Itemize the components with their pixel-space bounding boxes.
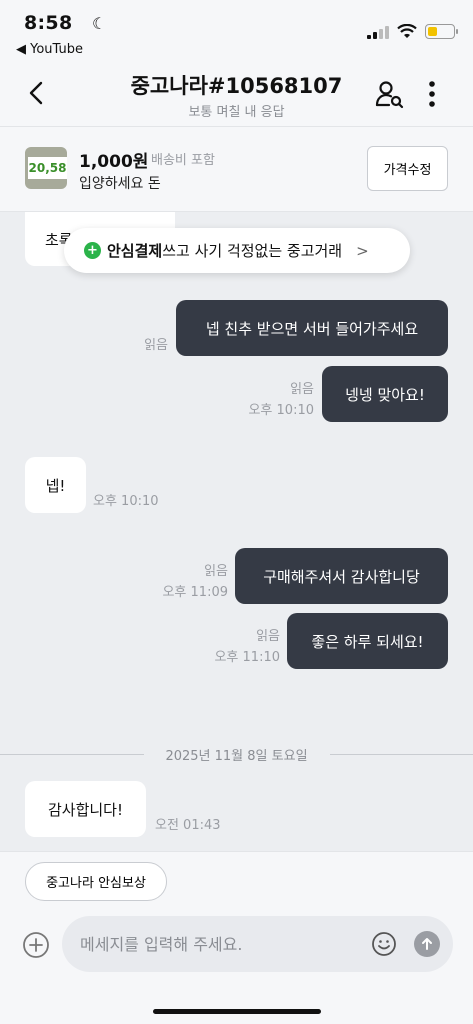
product-price: 1,000원 [79,152,149,172]
moon-icon: ☾ [92,14,107,33]
message-bubble: 감사합니다! [25,781,146,837]
emoji-icon[interactable] [371,931,397,957]
message-bubble: 넵! [25,457,86,513]
product-summary[interactable]: 20,58 1,000원 배송비 포함 입양하세요 돈 가격수정 [0,126,473,212]
status-icons [367,24,458,39]
message-bubble: 구매해주셔서 감사합니당 [235,548,448,604]
message-input[interactable] [80,916,360,972]
message-meta: 읽음 [110,335,168,356]
read-receipt: 읽음 [256,629,280,644]
composer-area: 중고나라 안심보상 [0,851,473,1024]
read-receipt: 읽음 [144,338,168,353]
message-meta: 읽음 오후 11:10 [186,626,280,668]
back-to-app-link[interactable]: ◀ YouTube [16,42,83,57]
banner-bold-text: 안심결제 [107,242,163,260]
banner-text: 쓰고 사기 걱정없는 중고거래 [162,242,343,260]
message-meta: 읽음 오후 10:10 [220,379,314,421]
message-time: 오후 10:10 [248,403,314,418]
message-time: 오후 11:10 [214,650,280,665]
edit-price-button[interactable]: 가격수정 [367,146,448,191]
user-search-icon[interactable] [374,78,406,110]
product-thumbnail: 20,58 [25,147,67,189]
home-indicator [153,1009,321,1014]
read-receipt: 읽음 [290,382,314,397]
message-bubble: 넵 친추 받으면 서버 들어가주세요 [176,300,448,356]
safe-payment-banner[interactable]: + 안심결제 쓰고 사기 걱정없는 중고거래 > [64,228,410,273]
product-name: 입양하세요 돈 [79,176,161,192]
safe-compensation-button[interactable]: 중고나라 안심보상 [25,862,167,901]
read-receipt: 읽음 [204,564,228,579]
signal-icon [367,25,389,39]
status-time: 8:58 [24,12,73,34]
message-input-wrapper [62,916,453,972]
battery-icon [425,24,458,39]
message-time: 오전 01:43 [155,818,221,833]
more-vertical-icon[interactable] [420,78,444,110]
chat-header: 중고나라#10568107 보통 며칠 내 응답 [0,62,473,126]
message-time: 오후 11:09 [162,585,228,600]
add-circle-icon[interactable] [22,931,50,959]
date-divider: 2025년 11월 8일 토요일 [0,743,473,765]
message-meta: 읽음 오후 11:09 [134,561,228,603]
chevron-right-icon: > [356,241,369,260]
arrow-up-icon [422,938,432,950]
send-button[interactable] [414,931,440,957]
message-time: 오후 10:10 [93,494,159,509]
status-bar: 8:58 ☾ ◀ YouTube [0,0,473,62]
wifi-icon [397,24,417,38]
message-bubble: 좋은 하루 되세요! [287,613,448,669]
plus-shield-icon: + [84,242,101,259]
shipping-label: 배송비 포함 [151,153,215,168]
message-bubble: 넹넹 맞아요! [322,366,448,422]
